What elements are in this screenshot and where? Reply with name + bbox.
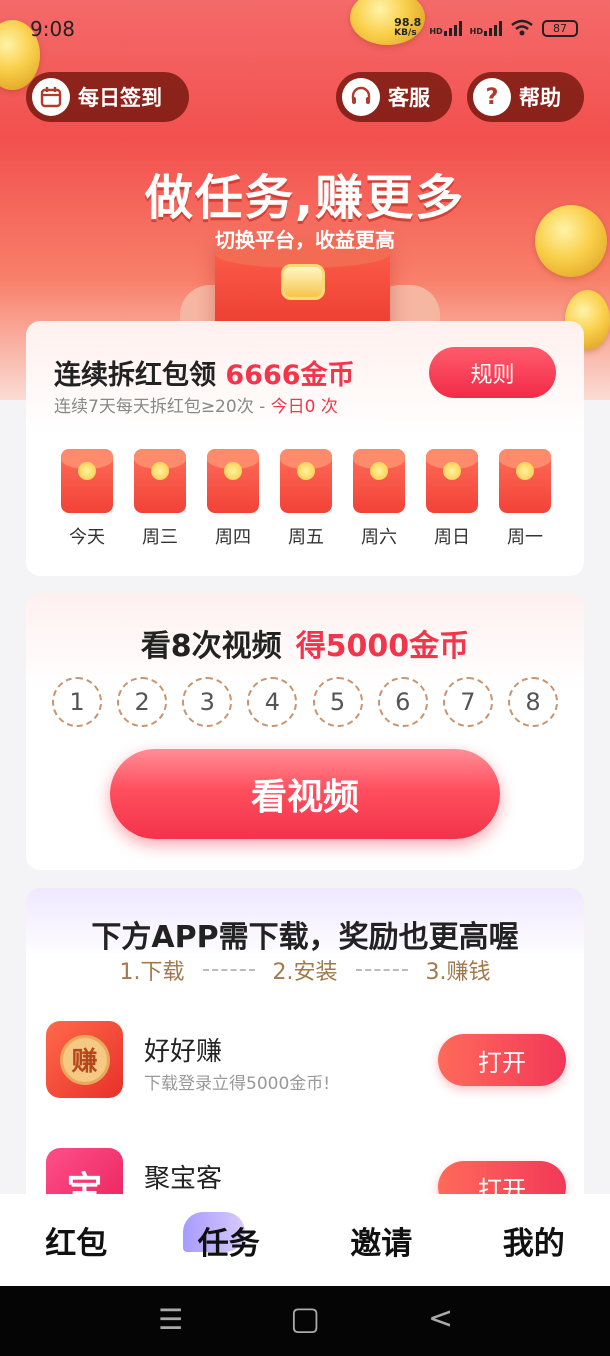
red-envelope-icon xyxy=(353,449,405,513)
calendar-icon xyxy=(32,78,70,116)
app-download-title: 下方APP需下载，奖励也更高喔 xyxy=(91,920,519,955)
redpacket-streak-title: 连续拆红包领 6666金币 xyxy=(54,360,355,391)
video-count-circle: 2 xyxy=(117,677,168,727)
step-divider xyxy=(355,969,408,971)
video-count-circle: 6 xyxy=(377,677,428,727)
red-envelope-icon xyxy=(61,449,113,513)
video-task-title: 看8次视频 得5000金币 xyxy=(140,629,470,664)
day-envelope[interactable]: 周六 xyxy=(353,449,405,549)
day-envelope[interactable]: 周四 xyxy=(207,449,259,549)
wifi-icon xyxy=(511,19,533,36)
back-icon[interactable]: < xyxy=(428,1301,453,1336)
rules-button[interactable]: 规则 xyxy=(429,347,556,398)
red-envelope-icon xyxy=(499,449,551,513)
tab-renwu[interactable]: 任务 xyxy=(153,1211,306,1263)
step-label: 3.赚钱 xyxy=(425,960,491,985)
status-time: 9:08 xyxy=(30,17,75,41)
hero-title: 做任务,赚更多 xyxy=(144,170,466,226)
question-icon: ? xyxy=(473,78,511,116)
download-steps: 1.下载 2.安装 3.赚钱 xyxy=(26,954,584,986)
day-envelope-list: 今天 周三 周四 周五 周六 周日 周一 xyxy=(61,449,551,549)
step-label: 2.安装 xyxy=(272,960,338,985)
daily-checkin-button[interactable]: 每日签到 xyxy=(26,72,189,122)
video-count-circle: 7 xyxy=(442,677,493,727)
redpacket-streak-subtitle: 连续7天每天拆红包≥20次 - 今日0 次 xyxy=(54,397,338,417)
open-app-button[interactable]: 打开 xyxy=(438,1034,566,1086)
system-navigation-bar: ☰ ▢ < xyxy=(0,1286,610,1356)
app-icon-glyph: 赚 xyxy=(59,1034,110,1085)
app-icon-haohaozhuan: 赚 xyxy=(46,1021,123,1098)
day-envelope[interactable]: 周日 xyxy=(426,449,478,549)
tab-wode[interactable]: 我的 xyxy=(458,1218,610,1263)
day-envelope[interactable]: 周一 xyxy=(499,449,551,549)
app-description: 下载登录立得5000金币! xyxy=(144,1074,331,1094)
net-speed: 98.8 KB/s xyxy=(394,16,422,38)
hero-subtitle: 切换平台，收益更高 xyxy=(215,228,395,252)
home-icon[interactable]: ▢ xyxy=(290,1299,320,1337)
battery-icon: 87 xyxy=(542,19,578,37)
day-envelope[interactable]: 今天 xyxy=(61,449,113,549)
day-envelope[interactable]: 周五 xyxy=(280,449,332,549)
red-envelope-icon xyxy=(134,449,186,513)
red-envelope-icon xyxy=(426,449,478,513)
day-envelope[interactable]: 周三 xyxy=(134,449,186,549)
help-label: 帮助 xyxy=(519,86,561,110)
video-count-circle: 8 xyxy=(507,677,558,727)
signal-icon: HD xyxy=(429,20,462,36)
status-bar: 9:08 98.8 KB/s HD HD 87 xyxy=(0,0,610,60)
redpacket-streak-card: 连续拆红包领 6666金币 连续7天每天拆红包≥20次 - 今日0 次 规则 今… xyxy=(26,321,584,576)
video-count-circle: 4 xyxy=(247,677,298,727)
red-envelope-icon xyxy=(280,449,332,513)
watch-video-button[interactable]: 看视频 xyxy=(110,749,500,839)
red-envelope-icon xyxy=(207,449,259,513)
app-list-item[interactable]: 赚 好好赚 下载登录立得5000金币! 打开 xyxy=(46,1021,566,1101)
app-name: 聚宝客 xyxy=(144,1164,223,1194)
video-count-circle: 1 xyxy=(52,677,102,727)
video-count-circle: 3 xyxy=(182,677,233,727)
customer-service-button[interactable]: 客服 xyxy=(336,72,452,122)
customer-service-label: 客服 xyxy=(388,86,430,110)
signal-icon: HD xyxy=(470,20,502,36)
step-divider xyxy=(202,969,255,971)
headset-icon xyxy=(342,78,380,116)
app-download-card: 下方APP需下载，奖励也更高喔 1.下载 2.安装 3.赚钱 赚 好好赚 下载登… xyxy=(26,888,584,1225)
daily-checkin-label: 每日签到 xyxy=(78,86,162,110)
video-progress: 1 2 3 4 5 6 7 8 xyxy=(52,677,558,727)
menu-icon[interactable]: ☰ xyxy=(158,1303,183,1336)
tab-yaoqing[interactable]: 邀请 xyxy=(305,1218,458,1263)
tab-hongbao[interactable]: 红包 xyxy=(0,1218,153,1263)
video-count-circle: 5 xyxy=(312,677,363,727)
step-label: 1.下载 xyxy=(119,960,185,985)
video-task-card: 看8次视频 得5000金币 1 2 3 4 5 6 7 8 看视频 xyxy=(26,593,584,870)
app-name: 好好赚 xyxy=(144,1037,223,1067)
help-button[interactable]: ? 帮助 xyxy=(467,72,584,122)
bottom-navigation: 红包 任务 邀请 我的 xyxy=(0,1194,610,1286)
